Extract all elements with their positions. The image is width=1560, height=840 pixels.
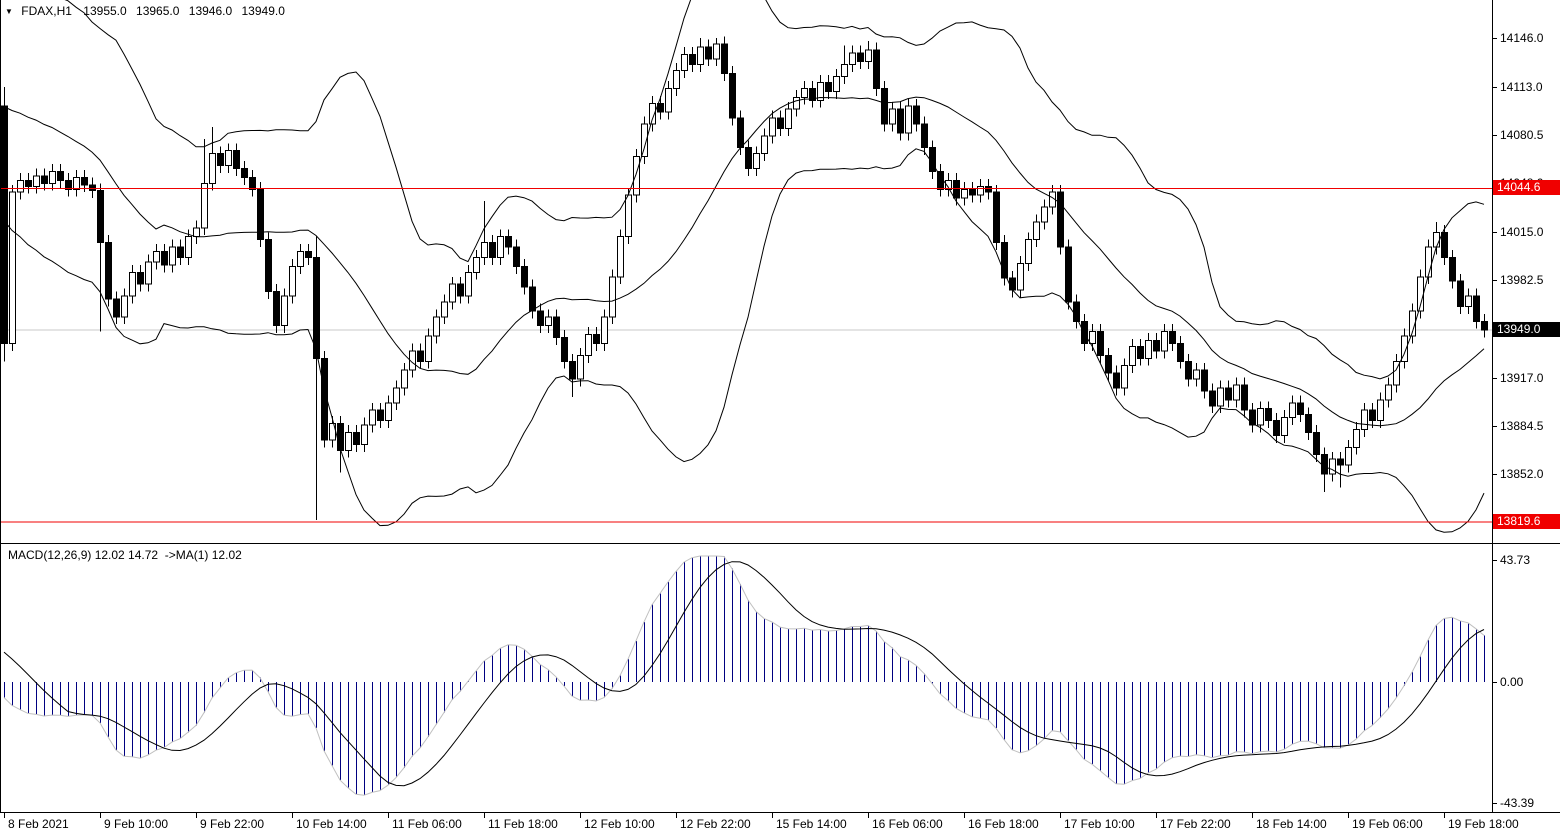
macd-axis-label: 0.00 xyxy=(1500,675,1523,689)
quote-high: 13965.0 xyxy=(136,4,179,18)
price-axis[interactable]: 14146.014113.014080.514048.014015.013982… xyxy=(1493,0,1560,812)
symbol-info: ▼ FDAX,H1 13955.0 13965.0 13946.0 13949.… xyxy=(5,4,291,18)
macd-axis-label: -43.39 xyxy=(1500,796,1534,810)
quote-close: 13949.0 xyxy=(242,4,285,18)
price-axis-label: 14146.0 xyxy=(1500,31,1543,45)
price-axis-label: 14080.5 xyxy=(1500,128,1543,142)
time-axis-label: 11 Feb 18:00 xyxy=(488,817,558,831)
time-axis-label: 10 Feb 14:00 xyxy=(296,817,367,831)
quote-open: 13955.0 xyxy=(83,4,126,18)
chart-canvas[interactable] xyxy=(0,0,1560,840)
time-axis-label: 12 Feb 10:00 xyxy=(584,817,655,831)
bollinger-upper-line xyxy=(4,0,1484,379)
time-axis-label: 9 Feb 22:00 xyxy=(200,817,264,831)
time-axis-label: 15 Feb 14:00 xyxy=(776,817,847,831)
time-axis-label: 11 Feb 06:00 xyxy=(392,817,462,831)
bollinger-lower-line xyxy=(4,149,1484,532)
price-panel[interactable] xyxy=(0,0,1492,532)
resistance-line-badge: 14044.6 xyxy=(1493,180,1560,195)
current-price-line-badge: 13949.0 xyxy=(1493,322,1560,337)
price-axis-label: 14113.0 xyxy=(1500,80,1543,94)
time-axis-label: 19 Feb 18:00 xyxy=(1448,817,1519,831)
time-axis-label: 9 Feb 10:00 xyxy=(104,817,168,831)
time-axis-label: 8 Feb 2021 xyxy=(8,817,69,831)
macd-panel[interactable] xyxy=(4,556,1485,795)
support-line-badge: 13819.6 xyxy=(1493,514,1560,529)
time-axis[interactable]: 8 Feb 2021 9 Feb 10:00 9 Feb 22:00 10 Feb 1… xyxy=(0,814,1560,840)
time-axis-label: 19 Feb 06:00 xyxy=(1352,817,1423,831)
symbol-dropdown-icon: ▼ xyxy=(5,7,13,16)
price-axis-label: 13917.0 xyxy=(1500,371,1543,385)
macd-main-line xyxy=(4,556,1484,795)
trading-chart-window: ▼ FDAX,H1 13955.0 13965.0 13946.0 13949.… xyxy=(0,0,1560,840)
time-axis-label: 16 Feb 18:00 xyxy=(968,817,1039,831)
time-axis-label: 18 Feb 14:00 xyxy=(1256,817,1327,831)
symbol-name: FDAX,H1 xyxy=(21,4,72,18)
price-axis-label: 13982.5 xyxy=(1500,273,1543,287)
macd-indicator-label: MACD(12,26,9) 12.02 14.72 ->MA(1) 12.02 xyxy=(8,548,242,562)
time-axis-label: 16 Feb 06:00 xyxy=(872,817,943,831)
price-axis-label: 13884.5 xyxy=(1500,419,1543,433)
macd-signal-line xyxy=(4,562,1484,786)
time-axis-label: 12 Feb 22:00 xyxy=(680,817,751,831)
price-axis-label: 14015.0 xyxy=(1500,225,1543,239)
time-axis-label: 17 Feb 10:00 xyxy=(1064,817,1135,831)
time-axis-label: 17 Feb 22:00 xyxy=(1160,817,1231,831)
candles-layer xyxy=(2,37,1488,520)
price-axis-label: 13852.0 xyxy=(1500,467,1543,481)
quote-low: 13946.0 xyxy=(189,4,232,18)
macd-axis-label: 43.73 xyxy=(1500,553,1530,567)
